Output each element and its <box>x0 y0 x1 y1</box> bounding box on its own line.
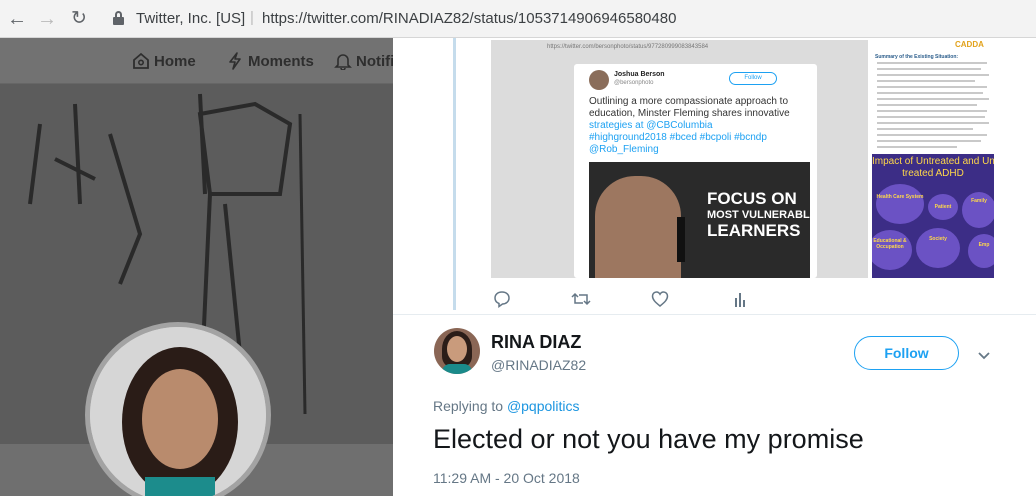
headline-line: LEARNERS <box>707 221 801 240</box>
embedded-text-line: strategies at @CBColumbia <box>589 120 713 131</box>
infographic-bubble: Emp <box>968 234 994 268</box>
tweet-text: Elected or not you have my promise <box>433 424 864 454</box>
document-text-line <box>877 68 981 70</box>
address-bar-url[interactable]: https://twitter.com/RINADIAZ82/status/10… <box>262 10 676 27</box>
embedded-text-line: education, Minster Fleming shares innova… <box>589 108 790 119</box>
browser-toolbar: ← → ↻ Twitter, Inc. [US] | https://twitt… <box>0 0 1036 38</box>
document-text-line <box>877 104 977 106</box>
infographic-bubble: Health Care System <box>876 184 924 224</box>
document-text-line <box>877 128 973 130</box>
bell-icon <box>334 54 352 70</box>
headline-line: MOST VULNERABLE <box>707 209 810 221</box>
replying-to-prefix: Replying to <box>433 398 504 414</box>
tweet-timestamp[interactable]: 11:29 AM - 20 Oct 2018 <box>433 470 580 486</box>
embedded-text-line: #highground2018 #bced #bcpoli #bcndp <box>589 132 767 143</box>
speaker-figure <box>595 176 681 278</box>
document-text-line <box>877 62 987 64</box>
infographic-title-line-1: Impact of Untreated and Und <box>872 156 994 167</box>
document-text-line <box>877 134 987 136</box>
infographic-bubble: Family <box>962 192 994 228</box>
heart-icon[interactable] <box>651 290 669 308</box>
document-text-line <box>877 86 987 88</box>
microphone-icon <box>677 217 685 262</box>
document-logo: CADDA <box>955 40 984 49</box>
embedded-tweet-text: Outlining a more compassionate approach … <box>589 96 811 156</box>
author-name[interactable]: RINA DIAZ <box>491 332 581 353</box>
forward-arrow-icon[interactable]: → <box>36 8 58 30</box>
page: ← → ↻ Twitter, Inc. [US] | https://twitt… <box>0 0 1036 496</box>
author-handle[interactable]: @RINADIAZ82 <box>491 357 586 373</box>
profile-avatar-large[interactable] <box>85 322 271 496</box>
infographic-bubble: Society <box>916 228 960 268</box>
embedded-document-image[interactable]: CADDA Summary of the Existing Situation:… <box>870 38 994 278</box>
infographic-title-line-2: treated ADHD <box>902 168 964 179</box>
replying-to-mention[interactable]: @pqpolitics <box>507 398 580 414</box>
embedded-avatar <box>589 70 609 90</box>
thread-connector-line <box>453 38 456 310</box>
follow-button[interactable]: Follow <box>854 336 959 370</box>
back-arrow-icon[interactable]: ← <box>6 8 28 30</box>
nav-moments-label: Moments <box>248 53 314 70</box>
document-text-line <box>877 116 985 118</box>
replying-to-line: Replying to @pqpolitics <box>433 398 580 414</box>
author-avatar[interactable] <box>434 328 480 374</box>
document-text-line <box>877 146 957 148</box>
nav-notifications-label: Notifi <box>356 53 395 70</box>
infographic-bubble: Patient <box>928 194 958 220</box>
lightning-icon <box>229 52 241 70</box>
document-text-line <box>877 110 987 112</box>
document-text-line <box>877 122 989 124</box>
headline-line: FOCUS ON <box>707 189 797 208</box>
nav-notifications[interactable]: Notifi <box>334 51 394 73</box>
embedded-follow-button: Follow <box>729 72 777 85</box>
avatar-photo <box>90 327 266 496</box>
reload-icon[interactable]: ↻ <box>68 8 90 30</box>
nav-home-label: Home <box>154 53 196 70</box>
document-text-line <box>877 92 983 94</box>
site-identity[interactable]: Twitter, Inc. [US] <box>136 10 245 27</box>
document-heading: Summary of the Existing Situation: <box>875 54 959 60</box>
retweet-icon[interactable] <box>571 290 591 308</box>
document-text-line <box>877 80 975 82</box>
tweet-modal: https://twitter.com/bersonphoto/status/9… <box>393 38 1036 496</box>
tweet-divider <box>393 314 1036 315</box>
adhd-infographic: Impact of Untreated and Und treated ADHD… <box>872 154 994 278</box>
embedded-photo: FOCUS ON MOST VULNERABLE LEARNERS <box>589 162 810 278</box>
infographic-bubble: Educational & Occupation <box>872 230 912 270</box>
embedded-text-line: @Rob_Fleming <box>589 144 659 155</box>
lock-icon[interactable] <box>113 11 124 25</box>
embedded-tweet-screenshot[interactable]: https://twitter.com/bersonphoto/status/9… <box>491 40 868 278</box>
reply-icon[interactable] <box>493 290 511 308</box>
url-separator: | <box>250 9 254 26</box>
chevron-down-icon[interactable] <box>977 348 991 360</box>
embedded-author-handle: @bersonphoto <box>614 80 654 86</box>
nav-home[interactable]: Home <box>132 51 202 73</box>
avatar-shirt <box>442 364 472 374</box>
document-text-line <box>877 74 989 76</box>
photo-headline: FOCUS ON MOST VULNERABLE LEARNERS <box>707 189 810 240</box>
analytics-icon[interactable] <box>733 290 751 308</box>
document-text-line <box>877 140 981 142</box>
embedded-text-line: Outlining a more compassionate approach … <box>589 96 789 107</box>
avatar-face <box>447 336 467 362</box>
nav-moments[interactable]: Moments <box>226 51 316 73</box>
home-icon <box>133 52 149 69</box>
embedded-url: https://twitter.com/bersonphoto/status/9… <box>547 44 709 50</box>
document-text-line <box>877 98 989 100</box>
embedded-author-name: Joshua Berson <box>614 71 665 78</box>
embedded-tweet-card: Joshua Berson @bersonphoto Follow Outlin… <box>574 64 817 278</box>
